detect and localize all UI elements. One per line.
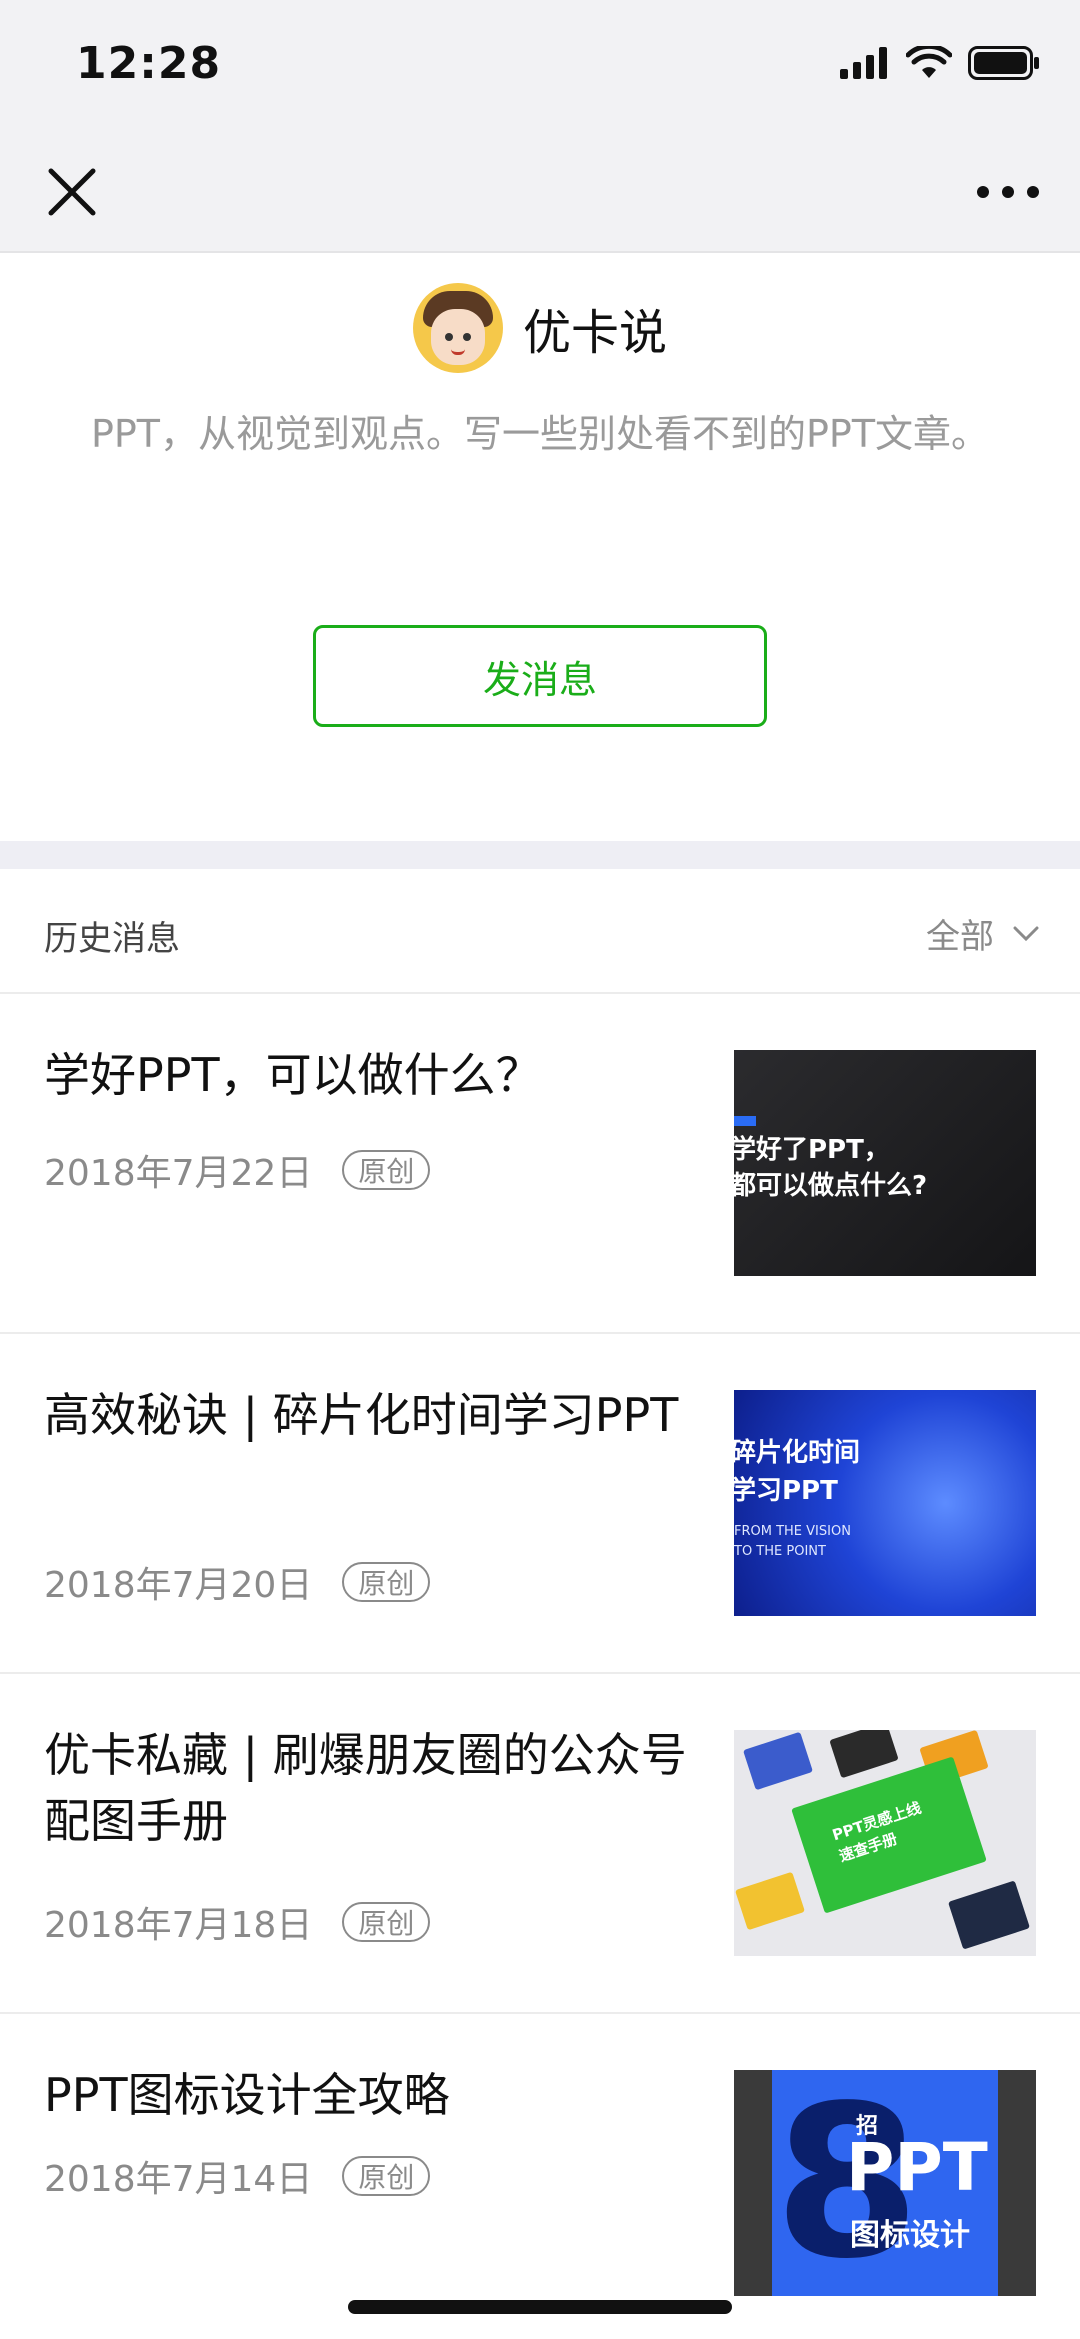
article-item[interactable]: 高效秘诀 | 碎片化时间学习PPT 2018年7月20日 原创 碎片化时间 学习…: [0, 1334, 1080, 1674]
thumbnail-text-2: 图标设计: [850, 2218, 970, 2253]
article-meta: 2018年7月14日 原创: [44, 2150, 431, 2202]
close-icon: [48, 168, 96, 216]
thumbnail-text: 学好了PPT， 都可以做点什么?: [734, 1135, 928, 1201]
article-title: 优卡私藏 | 刷爆朋友圈的公众号配图手册: [44, 1728, 687, 1848]
article-meta: 2018年7月18日 原创: [44, 1896, 431, 1948]
more-button[interactable]: [968, 160, 1048, 224]
more-dots-icon: [977, 186, 1039, 198]
chevron-down-icon: [1013, 926, 1039, 941]
article-thumbnail[interactable]: 8 招 PPT 图标设计: [734, 2070, 1036, 2296]
home-indicator[interactable]: [348, 2300, 732, 2314]
close-button[interactable]: [40, 160, 104, 224]
status-icons: [840, 43, 1040, 84]
profile-name-row: 优卡说: [0, 283, 1080, 373]
section-divider: [0, 841, 1080, 869]
article-date: 2018年7月22日: [44, 1153, 313, 1194]
thumbnail-text: 碎片化时间 学习PPT: [734, 1438, 861, 1506]
article-date: 2018年7月18日: [44, 1905, 313, 1946]
original-badge: 原创: [342, 1562, 431, 1602]
wifi-icon: [905, 43, 953, 84]
history-title: 历史消息: [44, 919, 180, 959]
battery-icon: [968, 46, 1040, 84]
status-time: 12:28: [76, 38, 222, 89]
article-meta: 2018年7月22日 原创: [44, 1144, 431, 1196]
avatar[interactable]: [412, 283, 503, 373]
article-list: 学好PPT，可以做什么？ 2018年7月22日 原创 学好了PPT， 都可以做点…: [0, 994, 1080, 2339]
filter-dropdown[interactable]: 全部: [926, 909, 1040, 958]
article-date: 2018年7月20日: [44, 1565, 313, 1606]
history-header: 历史消息 全部: [0, 869, 1080, 994]
article-thumbnail[interactable]: 碎片化时间 学习PPT FROM THE VISION TO THE POINT: [734, 1390, 1036, 1616]
signal-icon: [840, 47, 890, 83]
article-date: 2018年7月14日: [44, 2159, 313, 2200]
article-item[interactable]: 优卡私藏 | 刷爆朋友圈的公众号配图手册 2018年7月18日 原创 PPT灵感…: [0, 1674, 1080, 2014]
profile-section: 优卡说 PPT，从视觉到观点。写一些别处看不到的PPT文章。 发消息: [0, 253, 1080, 841]
top-bar: 12:28: [0, 0, 1080, 253]
send-message-button[interactable]: 发消息: [313, 625, 767, 727]
account-name: 优卡说: [522, 305, 667, 361]
article-item[interactable]: PPT图标设计全攻略 2018年7月14日 原创 8 招 PPT 图标设计: [0, 2014, 1080, 2339]
original-badge: 原创: [342, 1150, 431, 1190]
article-thumbnail[interactable]: 学好了PPT， 都可以做点什么?: [734, 1050, 1036, 1276]
article-title: 高效秘诀 | 碎片化时间学习PPT: [44, 1388, 679, 1442]
account-description: PPT，从视觉到观点。写一些别处看不到的PPT文章。: [90, 412, 990, 456]
article-item[interactable]: 学好PPT，可以做什么？ 2018年7月22日 原创 学好了PPT， 都可以做点…: [0, 994, 1080, 1334]
original-badge: 原创: [342, 1902, 431, 1942]
article-title: PPT图标设计全攻略: [44, 2068, 450, 2122]
article-thumbnail[interactable]: PPT灵感上线 速查手册: [734, 1730, 1036, 1956]
original-badge: 原创: [342, 2156, 431, 2196]
filter-label: 全部: [926, 917, 994, 957]
article-meta: 2018年7月20日 原创: [44, 1556, 431, 1608]
thumbnail-subtext: FROM THE VISION TO THE POINT: [734, 1524, 851, 1559]
thumbnail-text: PPT: [846, 2129, 988, 2206]
article-title: 学好PPT，可以做什么？: [44, 1048, 542, 1102]
